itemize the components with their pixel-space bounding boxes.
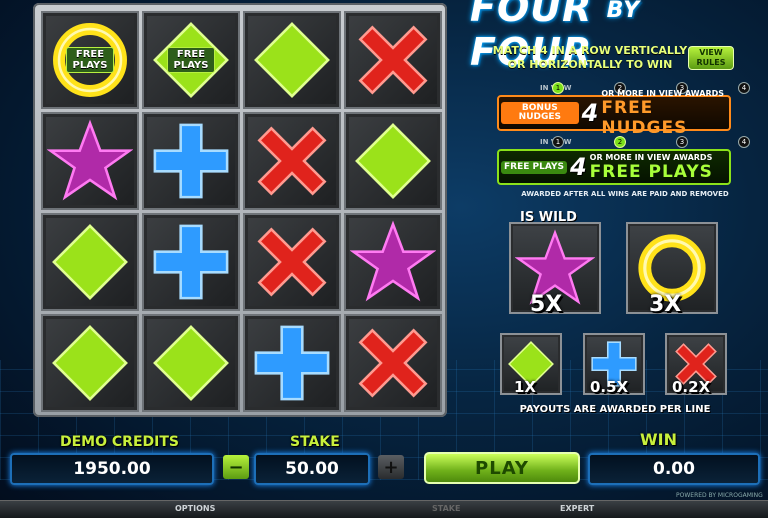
play-button[interactable]: PLAY bbox=[424, 452, 580, 484]
reel-cell bbox=[142, 213, 240, 311]
stake-menu[interactable]: STAKE bbox=[432, 504, 460, 513]
demo-credits-label: DEMO CREDITS bbox=[60, 434, 179, 450]
in-view-dot: 4 bbox=[738, 136, 750, 148]
credits-display: 1950.00 bbox=[10, 453, 214, 485]
nudges-count: 4 bbox=[581, 99, 599, 127]
x-multiplier: 0.2X bbox=[672, 378, 711, 396]
win-label: WIN bbox=[640, 430, 677, 449]
green-diamond-icon bbox=[254, 22, 330, 98]
red-x-icon bbox=[358, 25, 428, 95]
reel-cell bbox=[344, 213, 442, 311]
purple-star-icon bbox=[350, 220, 436, 302]
free-plays-text: FREE PLAYS bbox=[589, 161, 713, 182]
diamond-multiplier: 1X bbox=[514, 378, 537, 396]
red-x-icon bbox=[358, 328, 428, 398]
star-multiplier: 5X bbox=[530, 292, 563, 317]
reel-grid: FREE PLAYS FREE PLAYS bbox=[33, 3, 447, 417]
match-instructions: MATCH 4 IN A ROW VERTICALLY OR HORIZONTA… bbox=[492, 44, 688, 71]
win-display: 0.00 bbox=[588, 453, 760, 485]
bonus-nudges-badge: BONUS NUDGES bbox=[501, 102, 579, 124]
reel-cell bbox=[41, 112, 139, 210]
stake-decrease-button[interactable]: − bbox=[223, 455, 249, 479]
reel-cell bbox=[41, 213, 139, 311]
plays-award-text: OR MORE IN VIEW AWARDS bbox=[589, 152, 713, 162]
powered-by: POWERED BY MICROGAMING bbox=[676, 492, 763, 499]
free-plays-award: FREE PLAYS 4 OR MORE IN VIEW AWARDS FREE… bbox=[497, 149, 731, 185]
reel-cell: FREE PLAYS bbox=[142, 11, 240, 109]
free-nudges-award: BONUS NUDGES 4 OR MORE IN VIEW AWARDS FR… bbox=[497, 89, 731, 138]
green-diamond-icon bbox=[153, 325, 229, 401]
stake-display: 50.00 bbox=[254, 453, 370, 485]
awarded-note: AWARDED AFTER ALL WINS ARE PAID AND REMO… bbox=[521, 190, 729, 198]
expert-menu[interactable]: EXPERT bbox=[560, 504, 594, 513]
free-plays-symbol-label: FREE PLAYS bbox=[66, 47, 114, 73]
free-plays-symbol-label: FREE PLAYS bbox=[167, 47, 215, 73]
in-view-dot: 1 bbox=[552, 136, 564, 148]
free-nudges-text: FREE NUDGES bbox=[601, 97, 688, 138]
footer-bar: OPTIONS STAKE EXPERT bbox=[0, 500, 768, 518]
in-view-dot: 4 bbox=[738, 82, 750, 94]
ring-multiplier: 3X bbox=[649, 292, 682, 317]
green-diamond-icon bbox=[52, 325, 128, 401]
reel-cell bbox=[243, 314, 341, 412]
nudges-award-text: OR MORE IN VIEW AWARDS bbox=[601, 88, 725, 98]
green-diamond-icon bbox=[52, 224, 128, 300]
blue-cross-icon bbox=[254, 325, 330, 401]
purple-star-icon bbox=[47, 119, 133, 201]
reel-cell bbox=[243, 112, 341, 210]
stake-increase-button[interactable]: + bbox=[378, 455, 404, 479]
free-plays-badge: FREE PLAYS bbox=[501, 160, 567, 174]
red-x-icon bbox=[257, 227, 327, 297]
reel-cell bbox=[243, 213, 341, 311]
reel-cell bbox=[344, 112, 442, 210]
in-view-dot: 3 bbox=[676, 136, 688, 148]
blue-cross-icon bbox=[153, 224, 229, 300]
reel-cell bbox=[142, 314, 240, 412]
stake-label: STAKE bbox=[290, 434, 340, 450]
reel-cell bbox=[344, 314, 442, 412]
game-title: FOUR BY FOUR bbox=[470, 0, 641, 74]
in-view-dot: 1 bbox=[552, 82, 564, 94]
cross-multiplier: 0.5X bbox=[590, 378, 629, 396]
view-rules-button[interactable]: VIEW RULES bbox=[688, 46, 734, 70]
payouts-note: PAYOUTS ARE AWARDED PER LINE bbox=[519, 404, 711, 415]
green-diamond-icon bbox=[355, 123, 431, 199]
blue-cross-icon bbox=[153, 123, 229, 199]
reel-cell bbox=[344, 11, 442, 109]
reel-cell bbox=[142, 112, 240, 210]
in-view-dot: 2 bbox=[614, 136, 626, 148]
plays-count: 4 bbox=[569, 153, 587, 181]
options-menu[interactable]: OPTIONS bbox=[175, 504, 215, 513]
reel-cell: FREE PLAYS bbox=[41, 11, 139, 109]
reel-cell bbox=[41, 314, 139, 412]
reel-cell bbox=[243, 11, 341, 109]
red-x-icon bbox=[257, 126, 327, 196]
